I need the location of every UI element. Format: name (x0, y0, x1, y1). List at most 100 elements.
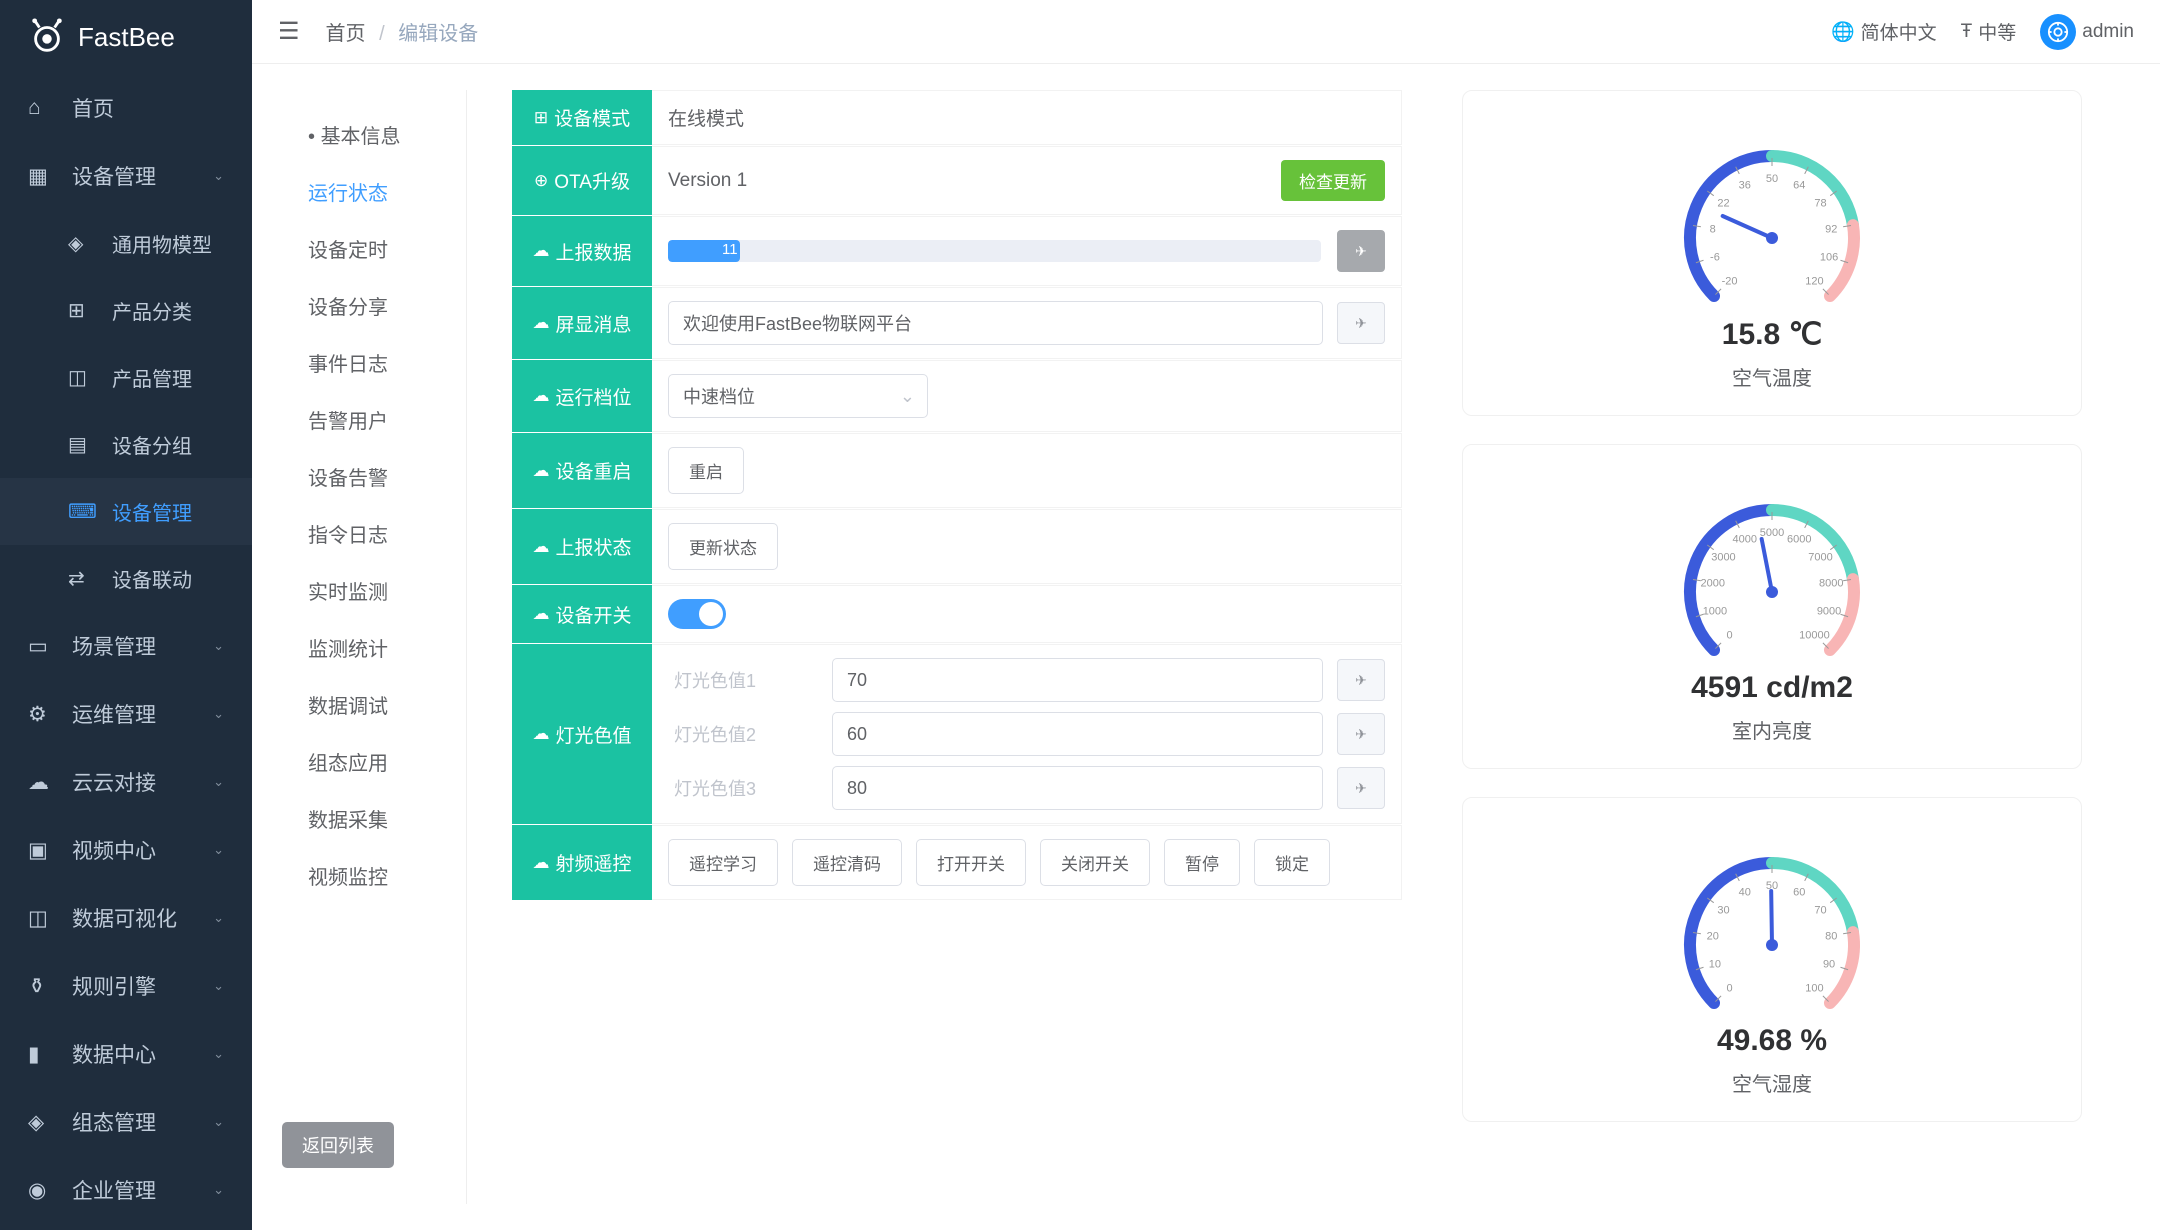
sidebar-item-10[interactable]: ◉企业管理⌄ (0, 1156, 252, 1224)
display-msg-input[interactable] (668, 301, 1323, 345)
rf-button-0[interactable]: 遥控学习 (668, 839, 778, 886)
sidebar-subitem-1-4[interactable]: ⌨设备管理 (0, 478, 252, 545)
sidebar-item-9[interactable]: ◈组态管理⌄ (0, 1088, 252, 1156)
breadcrumb-current: 编辑设备 (398, 23, 478, 45)
gauge-title-2: 空气湿度 (1732, 1068, 1812, 1097)
reboot-button[interactable]: 重启 (668, 447, 744, 494)
back-button[interactable]: 返回列表 (282, 1122, 394, 1168)
sidebar-subitem-1-3[interactable]: ▤设备分组 (0, 411, 252, 478)
color-input-1[interactable] (832, 712, 1323, 756)
rf-button-1[interactable]: 遥控清码 (792, 839, 902, 886)
color-send-0[interactable]: ✈ (1337, 659, 1385, 701)
power-icon: ☁ (532, 461, 549, 481)
chevron-down-icon: ⌄ (213, 910, 224, 926)
rf-button-3[interactable]: 关闭开关 (1040, 839, 1150, 886)
link-icon: ⇄ (68, 566, 94, 591)
sidebar-item-2[interactable]: ▭场景管理⌄ (0, 612, 252, 680)
model-icon: ◈ (68, 231, 94, 256)
sidebar-item-4[interactable]: ☁云云对接⌄ (0, 748, 252, 816)
sidebar-subitem-1-1[interactable]: ⊞产品分类 (0, 277, 252, 344)
org-icon: ◈ (28, 1110, 54, 1135)
svg-text:20: 20 (1707, 931, 1719, 943)
gauge-title-0: 空气温度 (1732, 362, 1812, 391)
device-icon: ⌨ (68, 499, 94, 524)
grid-icon: ▦ (28, 164, 54, 189)
color-send-2[interactable]: ✈ (1337, 767, 1385, 809)
chevron-down-icon: ⌄ (213, 706, 224, 722)
svg-text:64: 64 (1793, 180, 1805, 192)
subtab-8[interactable]: 实时监测 (282, 562, 466, 619)
home-icon: ⌂ (28, 96, 54, 120)
subtab-5[interactable]: 告警用户 (282, 391, 466, 448)
run-level-select[interactable]: 中速档位 (668, 374, 928, 418)
rf-button-2[interactable]: 打开开关 (916, 839, 1026, 886)
svg-text:106: 106 (1820, 252, 1838, 264)
svg-text:-20: -20 (1722, 275, 1738, 287)
chevron-down-icon: ⌄ (213, 1114, 224, 1130)
subtab-4[interactable]: 事件日志 (282, 334, 466, 391)
chevron-down-icon: ⌄ (213, 638, 224, 654)
gauge-value-1: 4591 cd/m2 (1691, 671, 1853, 705)
svg-text:60: 60 (1793, 887, 1805, 899)
subtab-12[interactable]: 数据采集 (282, 790, 466, 847)
color-label-2: 灯光色值3 (668, 775, 818, 801)
sidebar-item-5[interactable]: ▣视频中心⌄ (0, 816, 252, 884)
logo[interactable]: FastBee (0, 0, 252, 74)
rf-button-5[interactable]: 锁定 (1254, 839, 1330, 886)
device-mode-value: 在线模式 (668, 104, 744, 131)
sidebar-item-6[interactable]: ◫数据可视化⌄ (0, 884, 252, 952)
eye-icon: ☁ (532, 313, 549, 333)
subtab-6[interactable]: 设备告警 (282, 448, 466, 505)
chevron-down-icon: ⌄ (213, 1182, 224, 1198)
font-size-switch[interactable]: Ŧ中等 (1961, 18, 2017, 45)
rf-button-4[interactable]: 暂停 (1164, 839, 1240, 886)
sidebar-subitem-1-0[interactable]: ◈通用物模型 (0, 210, 252, 277)
subtab-3[interactable]: 设备分享 (282, 277, 466, 334)
color-send-1[interactable]: ✈ (1337, 713, 1385, 755)
sidebar-item-0[interactable]: ⌂首页 (0, 74, 252, 142)
sidebar-item-3[interactable]: ⚙运维管理⌄ (0, 680, 252, 748)
update-status-button[interactable]: 更新状态 (668, 523, 778, 570)
sidebar-subitem-1-5[interactable]: ⇄设备联动 (0, 545, 252, 612)
subtab-9[interactable]: 监测统计 (282, 619, 466, 676)
subtab-0[interactable]: 基本信息 (282, 106, 466, 163)
palette-icon: ☁ (532, 724, 549, 744)
sidebar-item-7[interactable]: ⚱规则引擎⌄ (0, 952, 252, 1020)
chevron-down-icon: ⌄ (213, 978, 224, 994)
svg-text:8000: 8000 (1819, 578, 1843, 590)
sidebar-subitem-1-2[interactable]: ◫产品管理 (0, 344, 252, 411)
subtab-7[interactable]: 指令日志 (282, 505, 466, 562)
sidebar-item-8[interactable]: ▮数据中心⌄ (0, 1020, 252, 1088)
chevron-down-icon: ⌄ (213, 1046, 224, 1062)
breadcrumb-home[interactable]: 首页 (326, 23, 366, 45)
svg-text:0: 0 (1727, 629, 1733, 641)
svg-text:70: 70 (1814, 905, 1826, 917)
subtab-10[interactable]: 数据调试 (282, 676, 466, 733)
gauge-card-2: 0102030405060708090100 49.68 %空气湿度 (1462, 797, 2082, 1122)
send-msg-button[interactable]: ✈ (1337, 302, 1385, 344)
chevron-down-icon: ⌄ (213, 842, 224, 858)
subtab-2[interactable]: 设备定时 (282, 220, 466, 277)
report-progress[interactable]: 11 (668, 240, 1321, 262)
subtab-11[interactable]: 组态应用 (282, 733, 466, 790)
sidebar-item-1[interactable]: ▦设备管理⌄ (0, 142, 252, 210)
device-switch[interactable] (668, 599, 726, 629)
svg-text:100: 100 (1805, 982, 1823, 994)
gauge-0: -20-68223650647892106120 (1652, 123, 1892, 313)
subtab-1[interactable]: 运行状态 (282, 163, 466, 220)
paper-plane-icon: ✈ (1355, 780, 1367, 797)
svg-text:8: 8 (1710, 224, 1716, 236)
lang-switch[interactable]: 🌐简体中文 (1831, 18, 1937, 45)
gauge-1: 0100020003000400050006000700080009000100… (1652, 477, 1892, 667)
cloud-icon: ☁ (532, 241, 549, 261)
label-reboot: ☁设备重启 (512, 433, 652, 508)
text-size-icon: Ŧ (1961, 21, 1973, 43)
color-input-2[interactable] (832, 766, 1323, 810)
subtab-13[interactable]: 视频监控 (282, 847, 466, 904)
user-menu[interactable]: admin (2040, 14, 2134, 50)
chevron-down-icon: ⌄ (213, 168, 224, 184)
hamburger-icon[interactable]: ☰ (278, 17, 300, 46)
send-report-button[interactable]: ✈ (1337, 230, 1385, 272)
check-update-button[interactable]: 检查更新 (1281, 160, 1385, 201)
color-input-0[interactable] (832, 658, 1323, 702)
